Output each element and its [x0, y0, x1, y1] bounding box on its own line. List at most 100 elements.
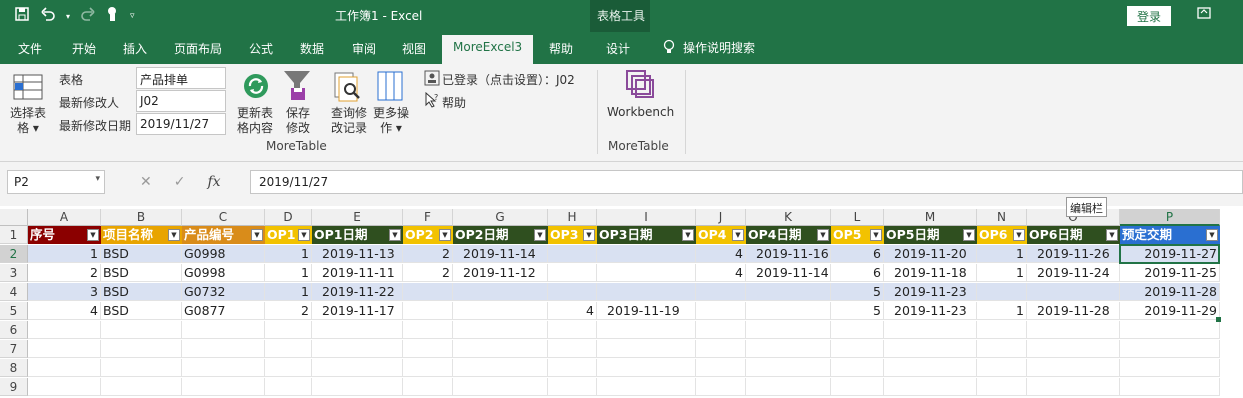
table-cell[interactable]: [453, 302, 548, 320]
empty-cell[interactable]: [696, 340, 746, 358]
table-cell[interactable]: [453, 283, 548, 301]
table-cell[interactable]: [597, 264, 696, 282]
column-header-p[interactable]: P: [1120, 209, 1220, 226]
table-cell[interactable]: [548, 264, 597, 282]
table-cell[interactable]: 2019-11-22: [312, 283, 403, 301]
touch-mode-icon[interactable]: [106, 6, 120, 26]
row-header-2[interactable]: 2: [0, 245, 28, 263]
table-cell[interactable]: [746, 283, 831, 301]
table-cell[interactable]: 1: [28, 245, 101, 263]
row-header-7[interactable]: 7: [0, 340, 28, 358]
workbench-icon[interactable]: [625, 69, 655, 102]
empty-cell[interactable]: [265, 340, 312, 358]
table-cell[interactable]: 2: [28, 264, 101, 282]
empty-cell[interactable]: [453, 378, 548, 396]
table-name-field[interactable]: 产品排单: [136, 67, 226, 89]
table-cell[interactable]: 1: [977, 302, 1027, 320]
empty-cell[interactable]: [597, 378, 696, 396]
empty-cell[interactable]: [1027, 359, 1120, 377]
tab-file[interactable]: 文件: [18, 40, 42, 57]
empty-cell[interactable]: [977, 359, 1027, 377]
filter-dropdown-icon[interactable]: ▼: [298, 229, 310, 241]
filter-dropdown-icon[interactable]: ▼: [583, 229, 595, 241]
empty-cell[interactable]: [977, 340, 1027, 358]
table-cell[interactable]: 1: [977, 245, 1027, 263]
filter-dropdown-icon[interactable]: ▼: [87, 229, 99, 241]
empty-cell[interactable]: [597, 321, 696, 339]
table-cell[interactable]: [403, 302, 453, 320]
empty-cell[interactable]: [101, 321, 182, 339]
empty-cell[interactable]: [453, 340, 548, 358]
filter-dropdown-icon[interactable]: ▼: [963, 229, 975, 241]
tab-formulas[interactable]: 公式: [249, 40, 273, 57]
table-cell[interactable]: 2019-11-19: [597, 302, 696, 320]
empty-cell[interactable]: [884, 378, 977, 396]
table-cell[interactable]: BSD: [101, 245, 182, 263]
filter-dropdown-icon[interactable]: ▼: [389, 229, 401, 241]
table-cell[interactable]: 1: [265, 245, 312, 263]
column-header-j[interactable]: J: [696, 209, 746, 226]
tab-view[interactable]: 视图: [402, 40, 426, 57]
column-header-l[interactable]: L: [831, 209, 884, 226]
table-cell[interactable]: 2: [403, 264, 453, 282]
row-header-9[interactable]: 9: [0, 378, 28, 396]
table-cell[interactable]: [597, 245, 696, 263]
table-cell[interactable]: 1: [265, 264, 312, 282]
filter-dropdown-icon[interactable]: ▼: [870, 229, 882, 241]
empty-cell[interactable]: [28, 378, 101, 396]
empty-cell[interactable]: [1120, 340, 1220, 358]
empty-cell[interactable]: [597, 359, 696, 377]
table-cell[interactable]: 2019-11-18: [884, 264, 977, 282]
table-cell[interactable]: [548, 245, 597, 263]
table-cell[interactable]: 2019-11-14: [746, 264, 831, 282]
empty-cell[interactable]: [403, 378, 453, 396]
empty-cell[interactable]: [831, 359, 884, 377]
enter-icon[interactable]: ✓: [174, 174, 186, 190]
undo-icon[interactable]: [40, 6, 56, 26]
column-header-h[interactable]: H: [548, 209, 597, 226]
table-cell[interactable]: G0732: [182, 283, 265, 301]
empty-cell[interactable]: [1120, 359, 1220, 377]
table-cell[interactable]: 6: [831, 264, 884, 282]
table-cell[interactable]: [746, 302, 831, 320]
empty-cell[interactable]: [265, 321, 312, 339]
row-header-6[interactable]: 6: [0, 321, 28, 339]
empty-cell[interactable]: [597, 340, 696, 358]
empty-cell[interactable]: [831, 321, 884, 339]
save-icon[interactable]: [14, 6, 30, 26]
login-button[interactable]: 登录: [1127, 6, 1171, 26]
empty-cell[interactable]: [831, 378, 884, 396]
empty-cell[interactable]: [831, 340, 884, 358]
column-header-i[interactable]: I: [597, 209, 696, 226]
table-cell[interactable]: 2019-11-23: [884, 283, 977, 301]
table-cell[interactable]: 2019-11-29: [1120, 302, 1220, 320]
table-cell[interactable]: [548, 283, 597, 301]
query-history-button[interactable]: 查询修 改记录: [331, 106, 367, 136]
workbench-button[interactable]: Workbench: [607, 105, 674, 120]
cancel-icon[interactable]: ✕: [140, 174, 152, 190]
empty-cell[interactable]: [182, 340, 265, 358]
tab-data[interactable]: 数据: [300, 40, 324, 57]
empty-cell[interactable]: [1027, 340, 1120, 358]
table-cell[interactable]: 2019-11-28: [1120, 283, 1220, 301]
select-table-icon[interactable]: [13, 74, 43, 103]
help-link[interactable]: 帮助: [442, 94, 466, 111]
table-cell[interactable]: 1: [265, 283, 312, 301]
modified-date-field[interactable]: 2019/11/27: [136, 113, 226, 135]
login-status-link[interactable]: 已登录（点击设置）：J02: [442, 71, 575, 88]
table-cell[interactable]: [403, 283, 453, 301]
empty-cell[interactable]: [1120, 378, 1220, 396]
empty-cell[interactable]: [312, 359, 403, 377]
tab-review[interactable]: 审阅: [352, 40, 376, 57]
table-cell[interactable]: 6: [831, 245, 884, 263]
empty-cell[interactable]: [182, 359, 265, 377]
query-history-icon[interactable]: [333, 71, 363, 106]
empty-cell[interactable]: [453, 321, 548, 339]
fill-handle[interactable]: [1216, 317, 1221, 322]
column-header-d[interactable]: D: [265, 209, 312, 226]
empty-cell[interactable]: [884, 359, 977, 377]
column-header-n[interactable]: N: [977, 209, 1027, 226]
tab-page-layout[interactable]: 页面布局: [174, 40, 222, 57]
empty-cell[interactable]: [265, 378, 312, 396]
table-cell[interactable]: 2019-11-16: [746, 245, 831, 263]
